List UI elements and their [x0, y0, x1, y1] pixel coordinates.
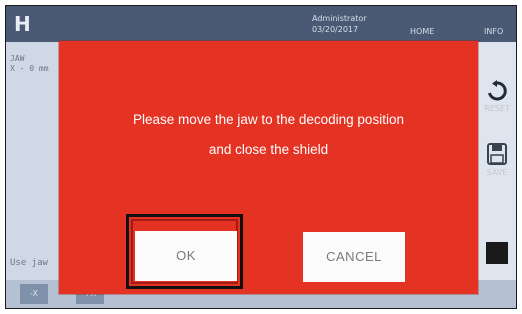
save-icon [487, 143, 507, 165]
jog-minus-x-button[interactable]: -X [20, 284, 48, 304]
user-info: Administrator 03/20/2017 [312, 13, 367, 35]
top-bar: H Administrator 03/20/2017 HOME INFO [6, 6, 516, 42]
dialog-message: Please move the jaw to the decoding posi… [59, 105, 478, 165]
app-letter: H [14, 12, 31, 36]
jaw-status: JAW X - 0 mm [10, 54, 49, 74]
dialog-message-line1: Please move the jaw to the decoding posi… [133, 112, 404, 127]
save-label: SAVE [486, 168, 508, 177]
save-button[interactable]: SAVE [480, 142, 514, 177]
alert-dialog: Please move the jaw to the decoding posi… [59, 41, 478, 294]
jaw-label: JAW [10, 54, 25, 63]
cancel-button[interactable]: CANCEL [303, 232, 405, 282]
dialog-message-line2: and close the shield [208, 142, 329, 157]
jaw-value: X - 0 mm [10, 64, 49, 73]
home-button[interactable]: HOME [410, 27, 434, 36]
reset-button[interactable]: RESET [480, 80, 514, 113]
current-date: 03/20/2017 [312, 25, 359, 34]
ok-button[interactable]: OK [135, 231, 237, 281]
device-screen: H Administrator 03/20/2017 HOME INFO JAW… [5, 5, 517, 309]
side-panel: RESET SAVE [478, 42, 516, 308]
info-button[interactable]: INFO [484, 27, 503, 36]
black-square [486, 242, 508, 264]
user-name: Administrator [312, 14, 367, 23]
bottom-hint: Use jaw [10, 258, 48, 268]
reset-label: RESET [484, 104, 510, 113]
reset-icon [488, 80, 507, 101]
